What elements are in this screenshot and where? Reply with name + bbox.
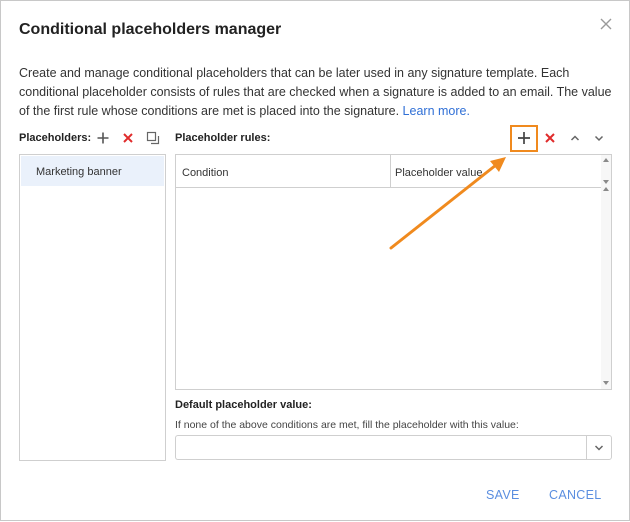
table-header: Condition Placeholder value	[176, 155, 602, 188]
column-header-condition[interactable]: Condition	[182, 167, 228, 179]
column-header-placeholder-value[interactable]: Placeholder value	[395, 167, 482, 179]
placeholder-rules-table: Condition Placeholder value	[175, 154, 612, 390]
move-rule-down-button[interactable]	[591, 130, 607, 146]
default-value-label: Default placeholder value:	[175, 399, 312, 411]
dialog-description: Create and manage conditional placeholde…	[19, 64, 615, 121]
add-rule-button[interactable]	[516, 130, 532, 146]
dialog-title: Conditional placeholders manager	[19, 21, 282, 38]
delete-icon	[123, 133, 133, 143]
duplicate-icon	[146, 131, 160, 145]
placeholders-label: Placeholders:	[19, 132, 92, 144]
conditional-placeholders-dialog: Conditional placeholders manager Create …	[0, 0, 630, 521]
scroll-up-icon[interactable]	[603, 157, 609, 163]
rules-scrollbar[interactable]	[601, 155, 611, 389]
learn-more-link[interactable]: Learn more.	[403, 104, 470, 118]
default-value-input[interactable]	[175, 435, 587, 460]
list-item[interactable]: Marketing banner	[21, 156, 164, 186]
default-value-dropdown-button[interactable]	[586, 435, 612, 460]
delete-icon	[545, 133, 555, 143]
delete-rule-button[interactable]	[542, 130, 558, 146]
column-divider[interactable]	[390, 155, 391, 187]
chevron-up-icon	[570, 135, 580, 141]
chevron-down-icon	[594, 445, 604, 451]
placeholder-rules-label: Placeholder rules:	[175, 132, 271, 144]
save-button[interactable]: SAVE	[486, 488, 520, 502]
move-rule-up-button[interactable]	[567, 130, 583, 146]
chevron-down-icon	[594, 135, 604, 142]
placeholders-list: Marketing banner	[19, 154, 166, 461]
default-value-note: If none of the above conditions are met,…	[175, 419, 519, 431]
plus-icon	[518, 132, 530, 144]
duplicate-placeholder-button[interactable]	[145, 130, 161, 146]
scroll-down-icon[interactable]	[603, 380, 609, 386]
plus-icon	[97, 132, 109, 144]
description-text: Create and manage conditional placeholde…	[19, 66, 612, 118]
add-placeholder-button[interactable]	[95, 130, 111, 146]
scroll-down-icon[interactable]	[603, 179, 609, 185]
delete-placeholder-button[interactable]	[120, 130, 136, 146]
scroll-up-icon[interactable]	[603, 186, 609, 192]
close-icon[interactable]	[596, 14, 616, 34]
cancel-button[interactable]: CANCEL	[549, 488, 602, 502]
